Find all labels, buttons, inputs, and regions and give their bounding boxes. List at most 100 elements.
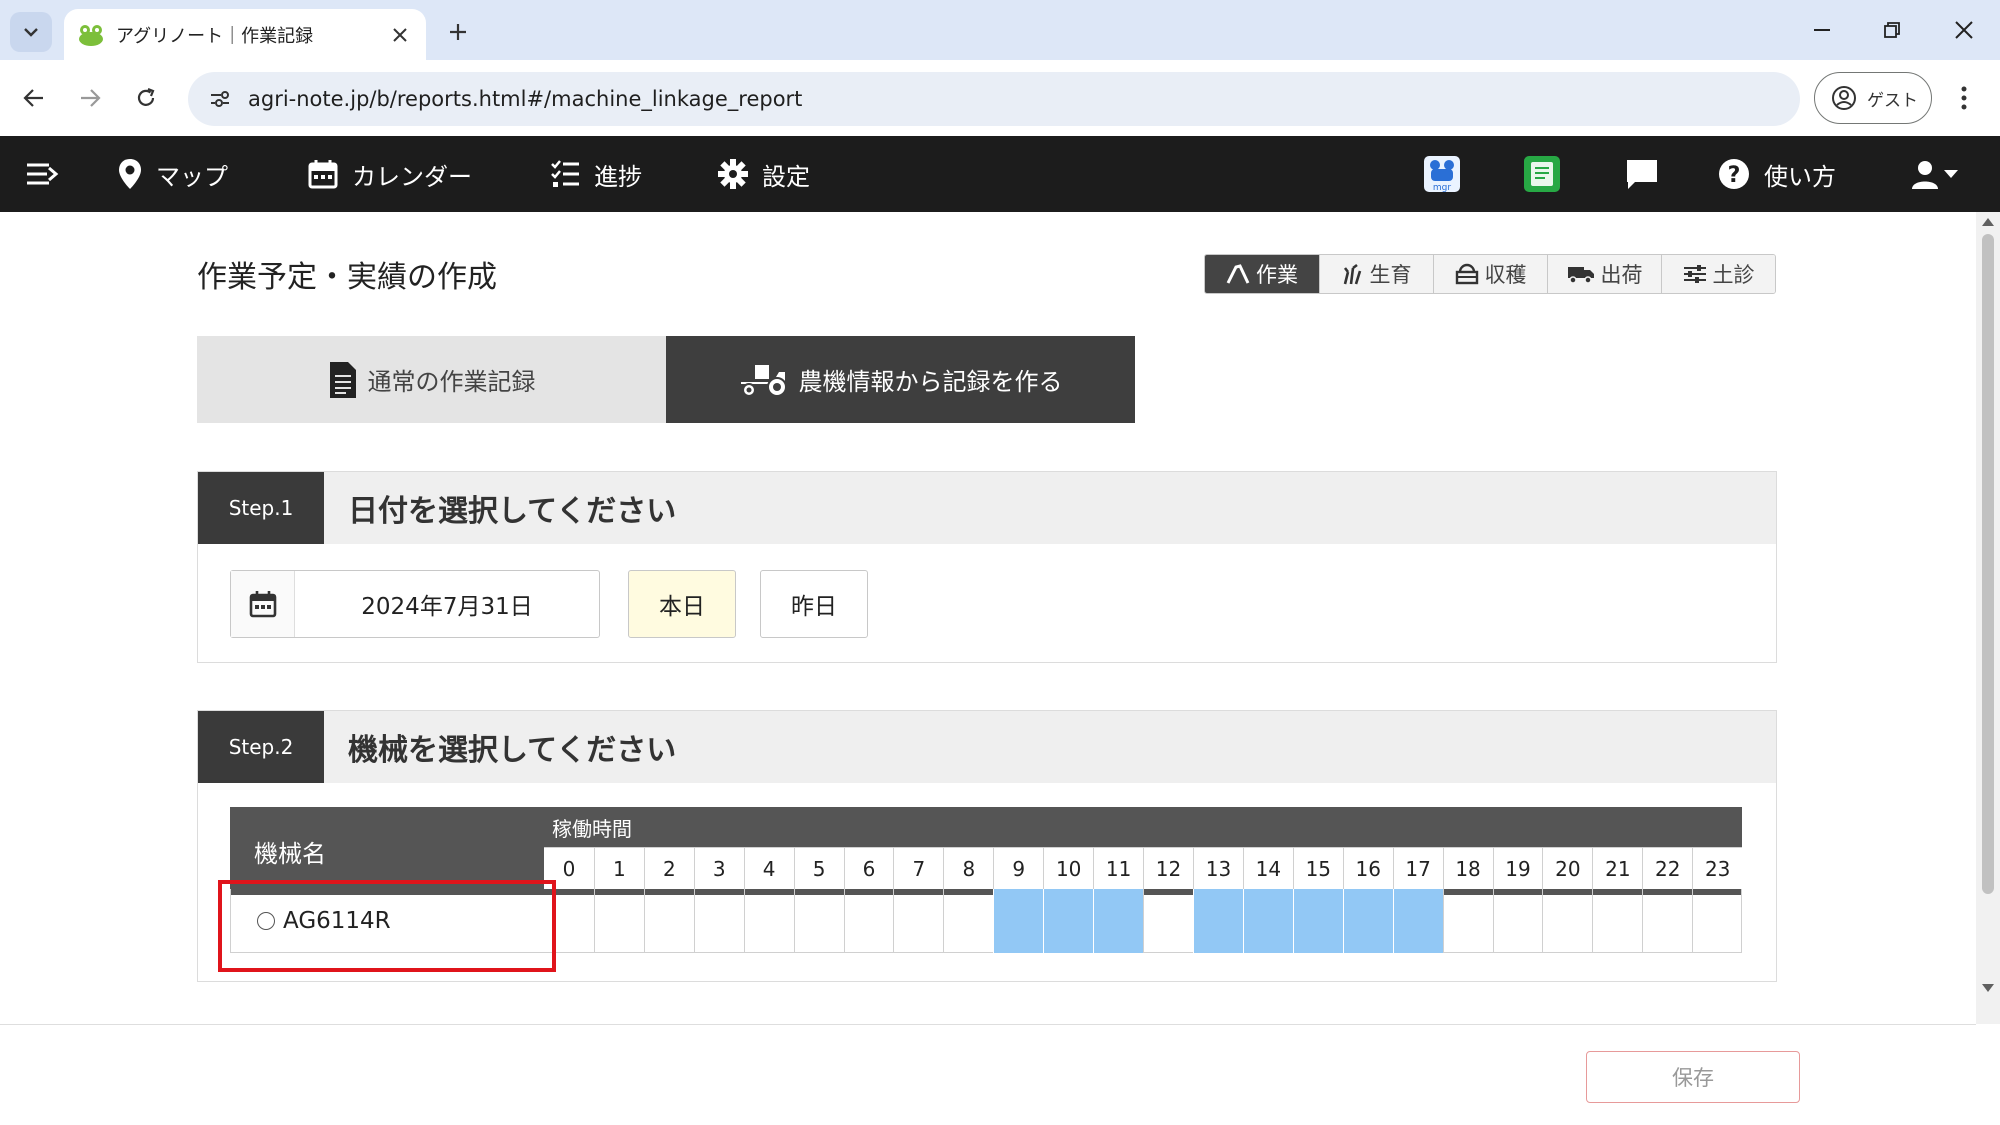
restore-icon: [1884, 22, 1900, 38]
segment-work[interactable]: 作業: [1205, 255, 1319, 293]
hour-header-21: 21: [1592, 848, 1642, 890]
user-icon: [1912, 161, 1938, 189]
frog-favicon-icon: [79, 24, 103, 46]
hour-header-19: 19: [1492, 848, 1543, 890]
segment-harvest[interactable]: 収穫: [1433, 255, 1547, 293]
hour-cell-5: [793, 889, 844, 953]
hour-cell-14: [1242, 889, 1293, 953]
tab-normal-record-label: 通常の作業記録: [367, 368, 536, 396]
account-circle-icon: [1832, 86, 1856, 110]
document-icon: [329, 361, 356, 398]
hour-header-22: 22: [1642, 848, 1692, 890]
scroll-down-arrow[interactable]: [1982, 984, 1994, 992]
hour-cell-15: [1292, 889, 1343, 953]
tab-machine-record[interactable]: 農機情報から記録を作る: [666, 336, 1135, 423]
segment-work-label: 作業: [1256, 263, 1298, 287]
page-footer: 保存: [0, 1024, 1976, 1125]
hour-cell-11: [1093, 889, 1144, 953]
scroll-thumb[interactable]: [1982, 234, 1994, 894]
date-picker-toggle[interactable]: [231, 571, 295, 637]
segment-harvest-label: 収穫: [1484, 263, 1527, 287]
nav-settings[interactable]: 設定: [718, 136, 810, 212]
app-nav-bar: マップ カレンダー 進捗 設定 mgr ? 使い方: [0, 136, 2000, 212]
segment-growth[interactable]: 生育: [1319, 255, 1433, 293]
restore-button[interactable]: [1872, 12, 1912, 48]
tab-title: アグリノート｜作業記録: [116, 25, 314, 47]
arrow-left-icon: [23, 89, 43, 107]
step2-title: 機械を選択してください: [348, 733, 677, 768]
scroll-up-arrow[interactable]: [1982, 218, 1994, 226]
menu-toggle-button[interactable]: [20, 154, 64, 194]
step1-panel: Step.1 日付を選択してください 2024年7月31日 本日 昨日: [197, 471, 1777, 663]
hour-header-11: 11: [1093, 848, 1143, 890]
date-picker[interactable]: 2024年7月31日: [230, 570, 600, 638]
calendar-icon: [308, 160, 338, 189]
url-text: agri-note.jp/b/reports.html#/machine_lin…: [248, 87, 803, 111]
profile-label: ゲスト: [1867, 90, 1918, 111]
yesterday-button[interactable]: 昨日: [760, 570, 868, 638]
truck-icon: [1567, 267, 1594, 284]
user-menu-button[interactable]: [1906, 154, 1962, 194]
hour-header-4: 4: [743, 848, 794, 890]
arrow-right-icon: [81, 89, 101, 107]
hour-header-8: 8: [943, 848, 993, 890]
browser-tab[interactable]: アグリノート｜作業記録: [64, 9, 426, 60]
hour-cell-3: [693, 889, 744, 953]
hour-header-1: 1: [593, 848, 644, 890]
tab-normal-record[interactable]: 通常の作業記録: [197, 336, 666, 423]
close-icon: [393, 27, 407, 42]
messages-button[interactable]: [1622, 154, 1662, 194]
more-vertical-icon: [1961, 86, 1967, 110]
mgr-app-button[interactable]: mgr: [1422, 154, 1462, 194]
segment-shipment-label: 出荷: [1600, 263, 1643, 287]
tab-close-button[interactable]: [388, 23, 412, 47]
segment-soil[interactable]: 土診: [1661, 255, 1775, 293]
new-tab-button[interactable]: [440, 14, 476, 50]
list-icon: [551, 160, 579, 187]
nav-help-label: 使い方: [1764, 162, 1836, 191]
step1-title: 日付を選択してください: [348, 494, 677, 529]
page-scrollbar[interactable]: [1976, 212, 2000, 1024]
sliders-icon: [1683, 265, 1706, 283]
help-circle-icon: ?: [1719, 159, 1749, 189]
hour-cell-23: [1692, 889, 1742, 953]
back-button[interactable]: [14, 78, 54, 118]
url-bar[interactable]: agri-note.jp/b/reports.html#/machine_lin…: [188, 72, 1800, 126]
save-button[interactable]: 保存: [1586, 1051, 1800, 1103]
browser-menu-button[interactable]: [1948, 78, 1980, 118]
hour-cell-9: [993, 889, 1044, 953]
site-info-icon[interactable]: [204, 83, 236, 115]
tab-machine-record-label: 農機情報から記録を作る: [798, 368, 1063, 396]
hour-header-16: 16: [1342, 848, 1393, 890]
hour-header-6: 6: [843, 848, 894, 890]
tab-search-button[interactable]: [10, 12, 52, 52]
tractor-icon: [740, 364, 787, 397]
highlight-box: [218, 880, 556, 972]
nav-map-label: マップ: [156, 162, 228, 191]
forward-button[interactable]: [70, 78, 110, 118]
step2-badge: Step.2: [198, 711, 324, 783]
today-button[interactable]: 本日: [628, 570, 736, 638]
hour-cell-12: [1143, 889, 1193, 953]
svg-text:?: ?: [1728, 163, 1741, 188]
segment-shipment[interactable]: 出荷: [1547, 255, 1661, 293]
minimize-button[interactable]: [1802, 12, 1842, 48]
browser-address-bar: agri-note.jp/b/reports.html#/machine_lin…: [0, 60, 2000, 136]
hour-cell-4: [743, 889, 794, 953]
hour-header-15: 15: [1292, 848, 1343, 890]
nav-progress[interactable]: 進捗: [550, 136, 642, 212]
record-mode-tabs: 通常の作業記録 農機情報から記録を作る: [197, 336, 1136, 423]
gear-icon: [718, 159, 748, 189]
nav-map[interactable]: マップ: [118, 136, 228, 212]
hour-cell-10: [1043, 889, 1094, 953]
hour-header-3: 3: [693, 848, 744, 890]
reload-button[interactable]: [126, 78, 166, 118]
nav-calendar[interactable]: カレンダー: [308, 136, 472, 212]
segment-growth-label: 生育: [1369, 263, 1412, 287]
pesticide-search-button[interactable]: [1522, 154, 1562, 194]
profile-button[interactable]: ゲスト: [1814, 72, 1932, 124]
nav-help[interactable]: ? 使い方: [1718, 136, 1836, 212]
hour-cell-17: [1392, 889, 1443, 953]
close-window-button[interactable]: [1944, 12, 1984, 48]
record-type-switch: 作業 生育 収穫 出荷 土診: [1204, 254, 1776, 294]
